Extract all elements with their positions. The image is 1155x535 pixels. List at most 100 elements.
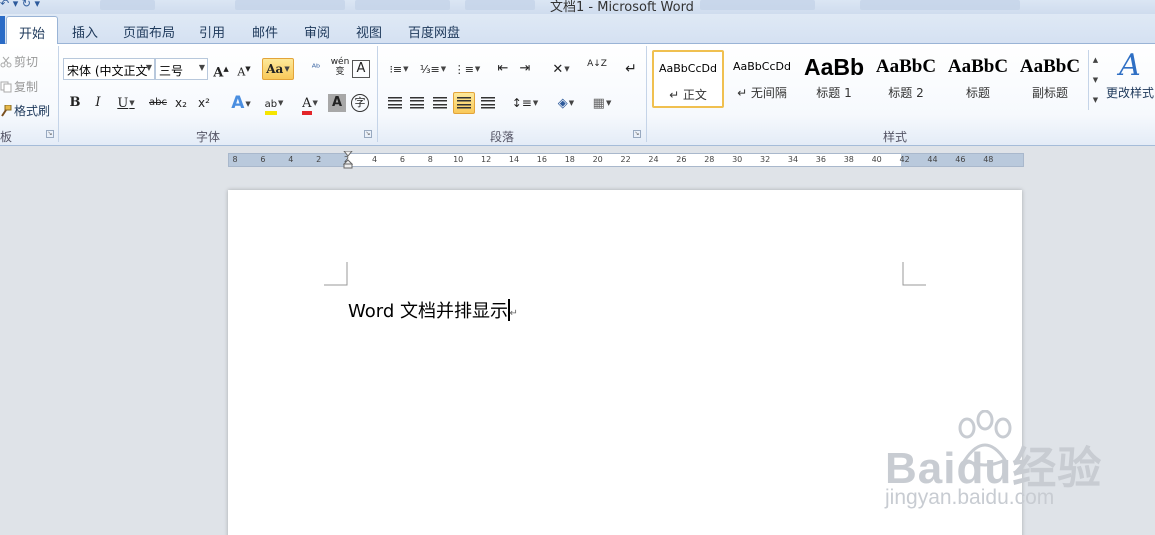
styles-gallery: AaBbCcDd ↵ 正文 AaBbCcDd ↵ 无间隔 AaBb 标题 1 A… <box>652 50 1102 110</box>
style-heading-1[interactable]: AaBb 标题 1 <box>798 50 870 108</box>
sort-button[interactable]: A↓Z <box>586 58 608 80</box>
multilevel-list-button[interactable]: ⋮≡▼ <box>452 58 482 80</box>
line-spacing-button[interactable]: ↕≡▼ <box>510 92 540 114</box>
ribbon: 剪切 复制 格式刷 板 ↘ 宋体 (中文正文 ▼ 三号 ▼ A▲ A▼ Aa▼ ᴬᵇ… <box>0 44 1155 146</box>
clipboard-group-label: 板 <box>0 130 13 144</box>
group-separator <box>646 46 647 142</box>
character-shading-button[interactable]: A <box>328 94 346 112</box>
style-heading-2[interactable]: AaBbC 标题 2 <box>870 50 942 108</box>
distributed-button[interactable] <box>477 92 499 114</box>
tab-home[interactable]: 开始 <box>6 16 58 45</box>
clipboard-dialog-launcher[interactable]: ↘ <box>46 130 54 138</box>
tab-baidu-netdisk[interactable]: 百度网盘 <box>408 22 460 41</box>
gallery-more-button[interactable]: ▼ <box>1089 90 1102 110</box>
blurred-tab <box>235 0 345 10</box>
bold-button[interactable]: B <box>64 92 86 114</box>
font-color-button[interactable]: A▼ <box>294 92 326 115</box>
ribbon-tab-bar: 开始 插入 页面布局 引用 邮件 审阅 视图 百度网盘 <box>0 14 1155 45</box>
ruler-tick-label: 12 <box>481 155 492 164</box>
group-separator <box>377 46 378 142</box>
font-dialog-launcher[interactable]: ↘ <box>364 130 372 138</box>
ruler-tick-label: 28 <box>704 155 715 164</box>
ruler-tick-label: 40 <box>871 155 882 164</box>
ruler-tick-label: 2 <box>316 155 322 164</box>
clear-format-icon[interactable]: ᴬᵇ <box>305 58 327 80</box>
numbering-button[interactable]: ⅓≡▼ <box>418 58 448 80</box>
horizontal-ruler[interactable]: 8 6 4 2 2 4 6 8 10 12 14 16 18 20 22 24 26 28 30 32 34 36 38 40… <box>228 151 1024 169</box>
tab-review[interactable]: 审阅 <box>304 22 330 41</box>
cut-button[interactable]: 剪切 <box>0 53 38 70</box>
paragraph-mark: ↵ <box>509 308 518 319</box>
shrink-font-button[interactable]: A▼ <box>233 58 255 80</box>
decrease-indent-button[interactable]: ⇤ <box>492 58 514 80</box>
align-left-button[interactable] <box>384 92 406 114</box>
justify-button[interactable] <box>453 92 475 114</box>
ruler-tick-label: 26 <box>676 155 687 164</box>
align-right-button[interactable] <box>429 92 451 114</box>
paragraph-dialog-launcher[interactable]: ↘ <box>633 130 641 138</box>
ruler-tick-label: 32 <box>760 155 771 164</box>
pinyin-guide-button[interactable]: wén 变 <box>329 57 351 79</box>
style-title[interactable]: AaBbC 标题 <box>942 50 1014 108</box>
tab-view[interactable]: 视图 <box>356 22 382 41</box>
align-center-button[interactable] <box>406 92 428 114</box>
ruler-tick-label: 10 <box>453 155 464 164</box>
copy-button[interactable]: 复制 <box>0 78 38 95</box>
tab-insert[interactable]: 插入 <box>72 22 98 41</box>
blurred-tab <box>860 0 1020 10</box>
indent-marker-icon[interactable] <box>343 151 353 169</box>
borders-button[interactable]: ▦▼ <box>586 92 618 114</box>
change-styles-button[interactable]: A 更改样式 <box>1104 48 1155 101</box>
grow-font-button[interactable]: A▲ <box>210 58 232 80</box>
text-effects-button[interactable]: A▼ <box>226 92 256 114</box>
ruler-tick-label: 42 <box>899 155 910 164</box>
change-case-button[interactable]: Aa▼ <box>262 58 294 80</box>
quick-access-toolbar[interactable]: ↶ ▾ ↻ ▾ <box>0 0 40 10</box>
blurred-tab <box>700 0 815 10</box>
tab-references[interactable]: 引用 <box>199 22 225 41</box>
ruler-tick-label: 36 <box>815 155 826 164</box>
style-normal[interactable]: AaBbCcDd ↵ 正文 <box>652 50 724 108</box>
ruler-tick-label: 14 <box>508 155 520 164</box>
tab-page-layout[interactable]: 页面布局 <box>123 22 175 41</box>
tab-mailings[interactable]: 邮件 <box>252 22 278 41</box>
italic-button[interactable]: I <box>87 92 109 114</box>
ruler-tick-label: 6 <box>260 155 266 164</box>
superscript-button[interactable]: x² <box>193 92 215 114</box>
file-tab[interactable] <box>0 16 5 44</box>
justify-icon <box>457 96 471 109</box>
ruler-tick-label: 44 <box>927 155 938 164</box>
character-border-button[interactable]: A <box>352 60 370 78</box>
ruler-tick-label: 4 <box>371 155 378 164</box>
gallery-up-button[interactable]: ▲ <box>1089 50 1102 70</box>
ruler-tick-label: 8 <box>427 155 433 164</box>
ruler-tick-label: 48 <box>983 155 994 164</box>
increase-indent-button[interactable]: ⇥ <box>514 58 536 80</box>
format-painter-button[interactable]: 格式刷 <box>0 102 50 119</box>
underline-button[interactable]: U▼ <box>110 92 142 114</box>
brush-icon <box>1 105 12 117</box>
font-size-combo[interactable]: 三号 ▼ <box>155 58 208 80</box>
highlight-button[interactable]: ab▼ <box>258 92 290 115</box>
chinese-layout-button[interactable]: ✕▼ <box>546 58 576 80</box>
enclose-characters-button[interactable]: 字 <box>351 94 369 112</box>
baidu-jingyan-watermark: Baidu经验 jingyan.baidu.com <box>885 410 1115 520</box>
style-no-spacing[interactable]: AaBbCcDd ↵ 无间隔 <box>726 50 798 108</box>
shading-button[interactable]: ◈▼ <box>550 92 582 114</box>
ruler-tick-label: 24 <box>648 155 659 164</box>
font-family-combo[interactable]: 宋体 (中文正文 ▼ <box>63 58 155 80</box>
title-bar: ↶ ▾ ↻ ▾ 文档1 - Microsoft Word <box>0 0 1155 14</box>
change-styles-icon: A <box>1119 48 1141 83</box>
style-subtitle[interactable]: AaBbC 副标题 <box>1014 50 1086 108</box>
ruler-tick-label: 20 <box>592 155 603 164</box>
subscript-button[interactable]: x₂ <box>170 92 192 114</box>
strikethrough-button[interactable]: abc <box>147 92 169 114</box>
ruler-tick-label: 4 <box>288 155 294 164</box>
paragraph-group-label: 段落 <box>490 130 515 144</box>
ruler-tick-label: 8 <box>232 155 238 164</box>
document-body-text[interactable]: Word 文档并排显示 ↵ <box>348 297 518 323</box>
gallery-down-button[interactable]: ▼ <box>1089 70 1102 90</box>
copy-icon <box>0 81 12 93</box>
bullets-button[interactable]: ⁝≡▼ <box>384 58 414 80</box>
show-marks-button[interactable]: ↵ <box>620 58 642 80</box>
